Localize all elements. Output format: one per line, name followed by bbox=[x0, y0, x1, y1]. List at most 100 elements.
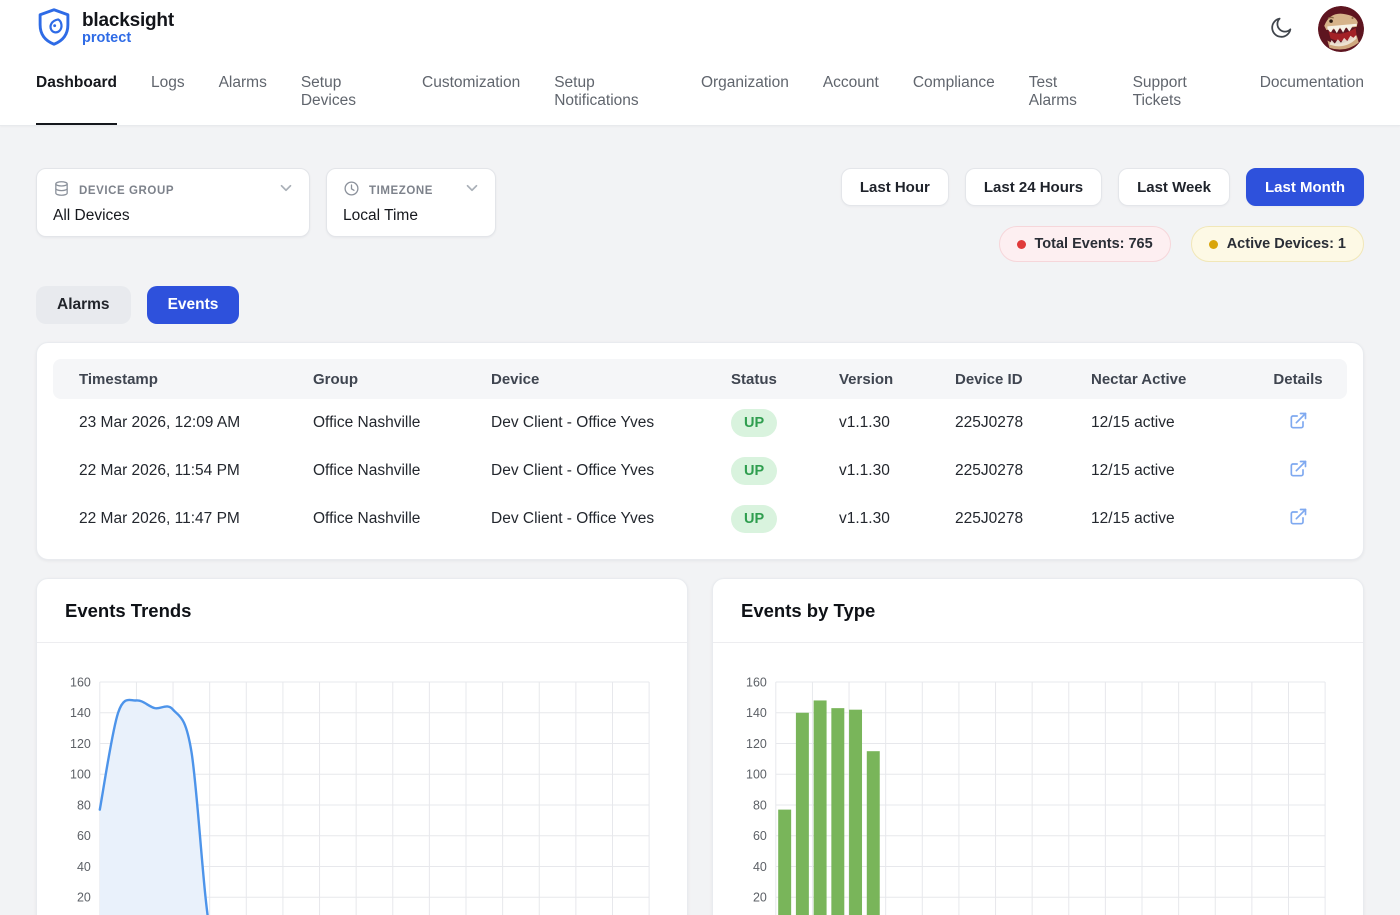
device-group-value: All Devices bbox=[53, 207, 295, 225]
nav-item-support-tickets[interactable]: Support Tickets bbox=[1133, 58, 1226, 125]
cell-details bbox=[1249, 399, 1347, 447]
cell-version: v1.1.30 bbox=[827, 495, 943, 543]
nav-item-account[interactable]: Account bbox=[823, 58, 879, 125]
events-table-card: TimestampGroupDeviceStatusVersionDevice … bbox=[36, 342, 1364, 560]
range-button-last-24-hours[interactable]: Last 24 Hours bbox=[965, 168, 1102, 206]
topbar: blacksight protect bbox=[0, 0, 1400, 58]
total-events-badge: Total Events: 765 bbox=[999, 226, 1171, 262]
toggle-button-alarms[interactable]: Alarms bbox=[36, 286, 131, 324]
cell-group: Office Nashville bbox=[301, 399, 479, 447]
cell-status: UP bbox=[719, 399, 827, 447]
events-trends-header: Events Trends bbox=[37, 579, 687, 643]
view-toggle: Alarms Events bbox=[36, 286, 1364, 324]
cell-device-id: 225J0278 bbox=[943, 399, 1079, 447]
status-badge: UP bbox=[731, 457, 777, 485]
table-body: 23 Mar 2026, 12:09 AMOffice NashvilleDev… bbox=[53, 399, 1347, 543]
theme-toggle-button[interactable] bbox=[1269, 15, 1294, 43]
total-events-text: Total Events: 765 bbox=[1035, 236, 1153, 252]
cell-device: Dev Client - Office Yves bbox=[479, 399, 719, 447]
device-group-label: DEVICE GROUP bbox=[79, 185, 174, 197]
details-link[interactable] bbox=[1288, 411, 1308, 431]
nav-item-test-alarms[interactable]: Test Alarms bbox=[1029, 58, 1099, 125]
main-nav: Dashboard Logs Alarms Setup Devices Customiz… bbox=[0, 58, 1400, 126]
events-trends-card: Events Trends 0204060801001201401603/173… bbox=[36, 578, 688, 915]
table-row: 23 Mar 2026, 12:09 AMOffice NashvilleDev… bbox=[53, 399, 1347, 447]
nav-item-alarms[interactable]: Alarms bbox=[219, 58, 267, 125]
external-link-icon bbox=[1288, 459, 1308, 479]
svg-text:80: 80 bbox=[77, 798, 91, 812]
cell-device-id: 225J0278 bbox=[943, 495, 1079, 543]
main-content: DEVICE GROUP All Devices bbox=[0, 126, 1400, 915]
range-button-last-hour[interactable]: Last Hour bbox=[841, 168, 949, 206]
svg-text:40: 40 bbox=[753, 860, 767, 874]
svg-text:80: 80 bbox=[753, 798, 767, 812]
device-group-dropdown[interactable]: DEVICE GROUP All Devices bbox=[36, 168, 310, 237]
events-by-type-header: Events by Type bbox=[713, 579, 1363, 643]
svg-text:140: 140 bbox=[746, 706, 767, 720]
active-devices-badge: Active Devices: 1 bbox=[1191, 226, 1364, 262]
col-group: Group bbox=[301, 359, 479, 399]
svg-text:60: 60 bbox=[753, 829, 767, 843]
chevron-down-icon bbox=[277, 179, 295, 202]
nav-item-organization[interactable]: Organization bbox=[701, 58, 789, 125]
svg-text:100: 100 bbox=[70, 768, 91, 782]
cell-version: v1.1.30 bbox=[827, 399, 943, 447]
cell-details bbox=[1249, 447, 1347, 495]
nav-item-documentation[interactable]: Documentation bbox=[1260, 58, 1364, 125]
range-button-last-week[interactable]: Last Week bbox=[1118, 168, 1230, 206]
svg-text:60: 60 bbox=[77, 829, 91, 843]
cell-timestamp: 23 Mar 2026, 12:09 AM bbox=[53, 399, 301, 447]
nav-item-logs[interactable]: Logs bbox=[151, 58, 185, 125]
table-row: 22 Mar 2026, 11:47 PMOffice NashvilleDev… bbox=[53, 495, 1347, 543]
cell-group: Office Nashville bbox=[301, 495, 479, 543]
cell-timestamp: 22 Mar 2026, 11:54 PM bbox=[53, 447, 301, 495]
range-button-last-month[interactable]: Last Month bbox=[1246, 168, 1364, 206]
events-trends-chart: 0204060801001201401603/173/193/213/233/2… bbox=[37, 643, 687, 915]
table-row: 22 Mar 2026, 11:54 PMOffice NashvilleDev… bbox=[53, 447, 1347, 495]
col-device-id: Device ID bbox=[943, 359, 1079, 399]
nav-item-dashboard[interactable]: Dashboard bbox=[36, 58, 117, 125]
timezone-header: TIMEZONE bbox=[343, 179, 481, 202]
clock-icon bbox=[343, 180, 360, 202]
cell-timestamp: 22 Mar 2026, 11:47 PM bbox=[53, 495, 301, 543]
events-by-type-chart: 0204060801001201401603/173/193/213/233/2… bbox=[713, 643, 1363, 915]
col-device: Device bbox=[479, 359, 719, 399]
svg-text:100: 100 bbox=[746, 768, 767, 782]
timezone-value: Local Time bbox=[343, 207, 481, 225]
nav-item-setup-notifications[interactable]: Setup Notifications bbox=[554, 58, 667, 125]
nav-item-compliance[interactable]: Compliance bbox=[913, 58, 995, 125]
svg-text:140: 140 bbox=[70, 706, 91, 720]
timezone-label: TIMEZONE bbox=[369, 185, 433, 197]
brand-logo[interactable]: blacksight protect bbox=[36, 7, 174, 52]
red-dot-icon bbox=[1017, 240, 1026, 249]
active-devices-text: Active Devices: 1 bbox=[1227, 236, 1346, 252]
svg-text:40: 40 bbox=[77, 860, 91, 874]
toggle-button-events[interactable]: Events bbox=[147, 286, 240, 324]
cell-device: Dev Client - Office Yves bbox=[479, 495, 719, 543]
topbar-actions bbox=[1269, 6, 1364, 52]
right-controls: Last Hour Last 24 Hours Last Week Last Mont… bbox=[841, 168, 1364, 262]
external-link-icon bbox=[1288, 507, 1308, 527]
database-icon bbox=[53, 180, 70, 202]
col-timestamp: Timestamp bbox=[53, 359, 301, 399]
svg-text:120: 120 bbox=[746, 737, 767, 751]
time-range-buttons: Last Hour Last 24 Hours Last Week Last Mont… bbox=[841, 168, 1364, 206]
svg-text:20: 20 bbox=[753, 891, 767, 905]
charts-row: Events Trends 0204060801001201401603/173… bbox=[36, 578, 1364, 915]
brand-text: blacksight protect bbox=[82, 11, 174, 47]
avatar[interactable] bbox=[1318, 6, 1364, 52]
svg-text:160: 160 bbox=[70, 675, 91, 689]
cell-nectar-active: 12/15 active bbox=[1079, 399, 1249, 447]
timezone-dropdown[interactable]: TIMEZONE Local Time bbox=[326, 168, 496, 237]
events-by-type-title: Events by Type bbox=[741, 600, 1335, 622]
status-badge: UP bbox=[731, 505, 777, 533]
nav-item-setup-devices[interactable]: Setup Devices bbox=[301, 58, 388, 125]
status-badge: UP bbox=[731, 409, 777, 437]
col-status: Status bbox=[719, 359, 827, 399]
details-link[interactable] bbox=[1288, 507, 1308, 527]
nav-item-customization[interactable]: Customization bbox=[422, 58, 520, 125]
col-details: Details bbox=[1249, 359, 1347, 399]
stat-badges: Total Events: 765 Active Devices: 1 bbox=[999, 226, 1365, 262]
cell-status: UP bbox=[719, 447, 827, 495]
details-link[interactable] bbox=[1288, 459, 1308, 479]
